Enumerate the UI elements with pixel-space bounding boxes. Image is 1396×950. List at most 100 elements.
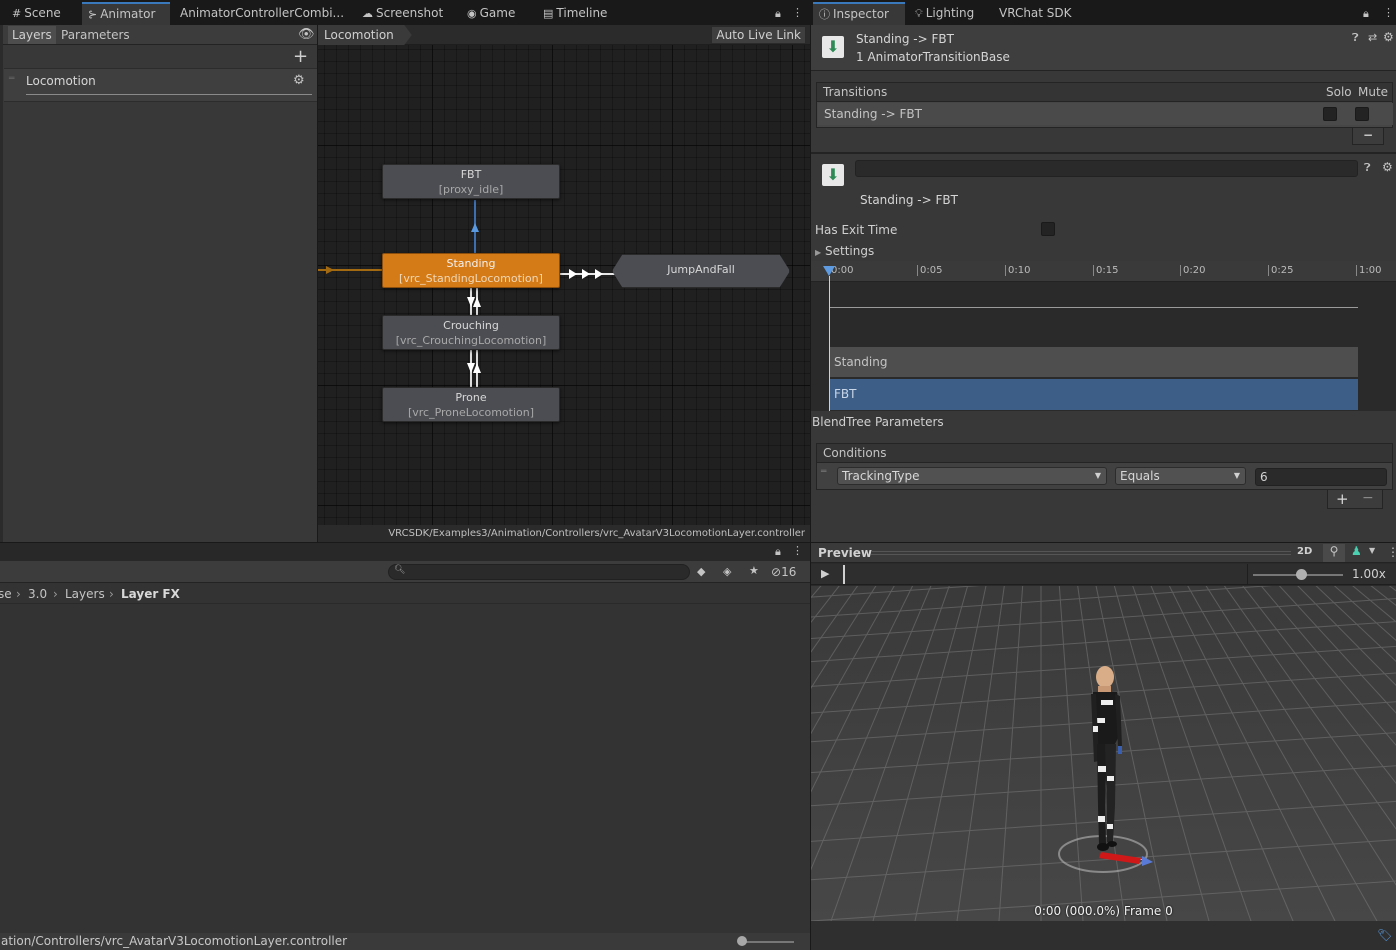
tab-parameters[interactable]: Parameters — [57, 26, 134, 44]
more-menu-icon[interactable]: ⋮ — [1387, 545, 1396, 559]
more-menu-icon[interactable]: ⋮ — [792, 6, 803, 19]
track-standing[interactable]: Standing — [830, 347, 1358, 378]
auto-live-link-button[interactable]: Auto Live Link — [711, 26, 806, 44]
state-crouching[interactable]: Crouching [vrc_CrouchingLocomotion] — [382, 315, 560, 350]
icon-size-slider-thumb[interactable] — [737, 936, 747, 946]
tab-vrchat-sdk[interactable]: VRChat SDK — [993, 2, 1078, 25]
breadcrumb-item[interactable]: Layer FX — [121, 587, 180, 601]
breadcrumb[interactable]: Locomotion — [318, 25, 412, 45]
drag-handle-icon[interactable]: ═ — [9, 74, 14, 84]
state-standing[interactable]: Standing [vrc_StandingLocomotion] — [382, 253, 560, 288]
filter-type-icon[interactable]: ◆ — [697, 565, 705, 578]
pivot-icon[interactable]: ⚲ — [1323, 544, 1345, 562]
play-button[interactable]: ▶ — [821, 567, 829, 580]
editor-tabbar-right: ⓘ Inspector 💡︎ Lighting VRChat SDK 🔒︎ ⋮ — [811, 0, 1396, 25]
breadcrumb-item[interactable]: se — [0, 587, 12, 601]
editor-tabbar-left: # Scene ⊱ Animator AnimatorControllerCombi… — [0, 0, 810, 25]
inspector-header: ⬇ Standing -> FBT 1 AnimatorTransitionBa… — [811, 25, 1396, 71]
drag-handle-icon[interactable]: ═ — [821, 467, 826, 477]
preset-icon[interactable]: ⇄ — [1368, 31, 1377, 44]
animator-graph[interactable]: Locomotion Auto Live Link FBT [proxy_idl… — [318, 25, 810, 542]
layer-weight-bar — [26, 94, 312, 95]
grid-icon: # — [12, 7, 22, 20]
track-fbt[interactable]: FBT — [830, 379, 1358, 410]
tab-timeline[interactable]: ▤ Timeline — [537, 2, 613, 25]
project-topbar: 🔒︎ ⋮ — [0, 543, 810, 561]
tab-animator[interactable]: ⊱ Animator — [82, 2, 170, 25]
more-menu-icon[interactable]: ⋮ — [792, 544, 803, 557]
state-prone[interactable]: Prone [vrc_ProneLocomotion] — [382, 387, 560, 422]
preview-footer: 🏷︎ — [811, 921, 1396, 950]
transitions-list-header: Transitions Solo Mute — [816, 82, 1393, 102]
transition-curve — [830, 307, 1358, 308]
preview-panel: Preview 2D ⚲ ♟ ▼ ⋮ ▶ 1.00x 0:00 (000.0%)… — [811, 543, 1396, 950]
condition-value-field[interactable]: 6 — [1255, 468, 1387, 486]
avatar-icon[interactable]: ♟ — [1351, 544, 1362, 558]
remove-transition-button[interactable]: − — [1352, 128, 1384, 145]
transition-row[interactable]: Standing -> FBT — [818, 103, 1393, 125]
solo-checkbox[interactable] — [1323, 107, 1337, 121]
blendtree-params-label: BlendTree Parameters — [812, 415, 944, 429]
breadcrumb-item[interactable]: 3.0 — [28, 587, 47, 601]
eye-slash-icon: ⊘ — [771, 565, 782, 579]
breadcrumb-item[interactable]: Layers — [65, 587, 105, 601]
mute-checkbox[interactable] — [1355, 107, 1369, 121]
gear-icon[interactable]: ⚙ — [1382, 160, 1393, 174]
conditions-list: ═ TrackingType Equals 6 — [816, 463, 1393, 490]
mode-2d-button[interactable]: 2D — [1297, 546, 1312, 557]
state-jump-and-fall[interactable]: JumpAndFall — [612, 254, 790, 288]
state-fbt[interactable]: FBT [proxy_idle] — [382, 164, 560, 199]
splitter[interactable] — [810, 0, 811, 950]
gear-icon[interactable]: ⚙ — [293, 73, 305, 88]
lock-icon[interactable]: 🔒︎ — [1363, 7, 1369, 21]
avatar-figure — [1058, 666, 1153, 873]
eye-icon[interactable]: 👁︎ — [298, 27, 315, 42]
more-menu-icon[interactable]: ⋮ — [1383, 6, 1394, 19]
condition-mode-dropdown[interactable]: Equals — [1115, 467, 1246, 485]
search-input[interactable]: 🔍︎ — [388, 564, 690, 580]
splitter[interactable] — [0, 542, 810, 543]
help-icon[interactable]: ❓︎ — [1352, 31, 1359, 45]
add-layer-button[interactable]: + — [293, 46, 308, 67]
splitter[interactable] — [317, 25, 318, 543]
add-condition-button[interactable]: + — [1336, 490, 1349, 508]
help-icon[interactable]: ❓︎ — [1364, 161, 1371, 175]
icon-size-slider[interactable] — [740, 941, 794, 943]
speed-slider-thumb[interactable] — [1296, 569, 1307, 580]
tab-game[interactable]: ◉ Game — [461, 2, 521, 25]
transition-timeline[interactable]: 0:00 0:05 0:10 0:15 0:20 0:25 1:00 Stand… — [811, 261, 1396, 411]
tab-screenshot[interactable]: ☁ Screenshot — [356, 2, 449, 25]
hidden-packages-toggle[interactable]: ⊘16 — [771, 565, 796, 579]
preview-drag-bar[interactable] — [871, 551, 1291, 555]
chevron-right-icon: › — [53, 587, 58, 601]
remove-condition-button[interactable]: − — [1362, 490, 1374, 506]
star-icon[interactable]: ★ — [749, 564, 759, 577]
project-content — [0, 605, 810, 933]
asset-label-icon[interactable]: 🏷︎ — [1377, 928, 1392, 942]
preview-viewport[interactable]: 0:00 (000.0%) Frame 0 — [811, 586, 1396, 921]
gear-icon[interactable]: ⚙ — [1383, 30, 1394, 44]
settings-foldout[interactable]: ▶ Settings — [815, 244, 874, 258]
condition-parameter-dropdown[interactable]: TrackingType — [837, 467, 1107, 485]
chevron-down-icon[interactable]: ▼ — [1369, 546, 1375, 555]
tab-animator-controller[interactable]: AnimatorControllerCombi... — [174, 2, 350, 25]
preview-playbar: ▶ 1.00x — [811, 564, 1396, 585]
scrub-line[interactable] — [843, 565, 845, 584]
info-icon: ⓘ — [819, 8, 830, 21]
timeline-icon: ▤ — [543, 7, 554, 20]
lock-icon[interactable]: 🔒︎ — [775, 7, 781, 21]
breadcrumb: se › 3.0 › Layers › Layer FX — [0, 584, 810, 604]
tab-scene[interactable]: # Scene — [6, 2, 67, 25]
tab-lighting[interactable]: 💡︎ Lighting — [909, 2, 980, 25]
transitions-list: Standing -> FBT — [816, 102, 1393, 128]
preview-header: Preview 2D ⚲ ♟ ▼ ⋮ — [811, 543, 1396, 563]
transition-name-field[interactable] — [855, 160, 1358, 177]
tab-layers[interactable]: Layers — [8, 26, 56, 44]
label-icon[interactable]: ◈ — [723, 565, 731, 578]
preview-status: 0:00 (000.0%) Frame 0 — [1034, 904, 1173, 918]
lightbulb-icon: 💡︎ — [915, 7, 923, 20]
has-exit-time-checkbox[interactable] — [1041, 222, 1055, 236]
lock-icon[interactable]: 🔒︎ — [775, 545, 781, 559]
layer-item-locomotion[interactable]: ═ Locomotion ⚙ — [4, 68, 317, 102]
tab-inspector[interactable]: ⓘ Inspector — [813, 2, 905, 25]
